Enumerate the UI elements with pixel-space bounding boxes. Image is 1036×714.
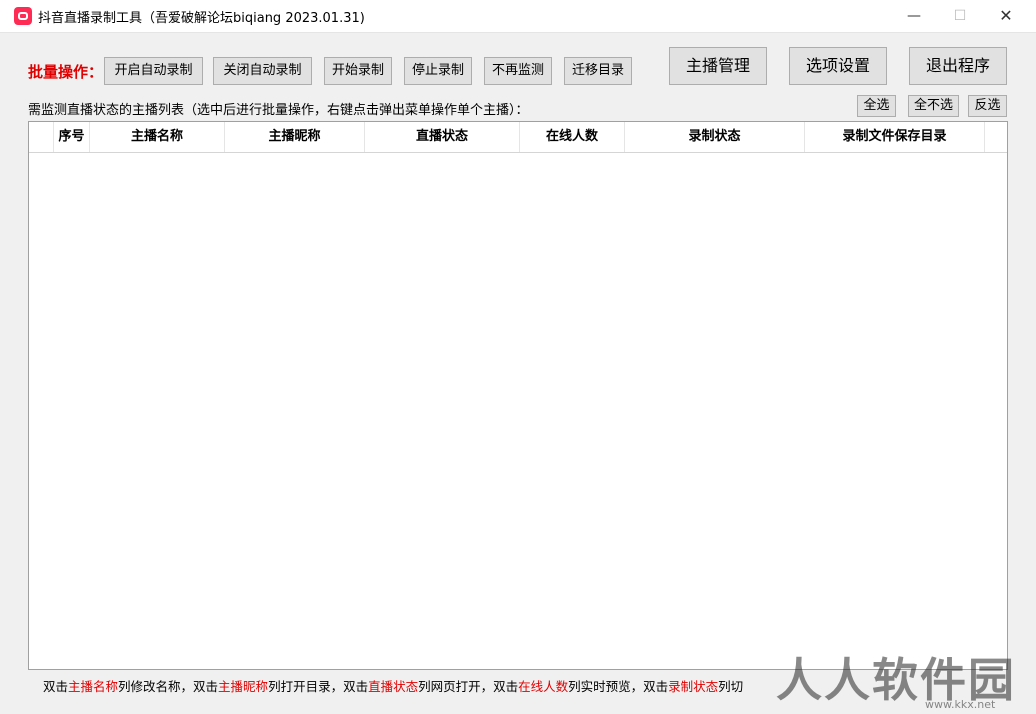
enable-auto-record-button[interactable]: 开启自动录制 (104, 57, 203, 85)
column-header-live-status[interactable]: 直播状态 (365, 122, 520, 152)
column-header-save-directory[interactable]: 录制文件保存目录 (805, 122, 985, 152)
window-title: 抖音直播录制工具（吾爱破解论坛biqiang 2023.01.31) (38, 11, 365, 26)
column-header-checkbox[interactable] (29, 122, 54, 152)
minimize-button[interactable]: — (891, 0, 937, 32)
disable-auto-record-button[interactable]: 关闭自动录制 (213, 57, 312, 85)
stop-monitor-button[interactable]: 不再监测 (484, 57, 552, 85)
hint-text: 列切 (718, 679, 744, 694)
stop-record-button[interactable]: 停止录制 (404, 57, 472, 85)
watermark-url: www.kkx.net (925, 698, 996, 711)
hint-text: 主播昵称 (218, 679, 269, 694)
maximize-button[interactable]: ☐ (937, 0, 983, 32)
options-settings-button[interactable]: 选项设置 (789, 47, 887, 85)
close-button[interactable]: ✕ (983, 0, 1029, 32)
column-header-index[interactable]: 序号 (54, 122, 90, 152)
select-none-button[interactable]: 全不选 (908, 95, 959, 117)
hint-text: 双击 (43, 679, 69, 694)
title-bar: 抖音直播录制工具（吾爱破解论坛biqiang 2023.01.31) — ☐ ✕ (0, 0, 1036, 33)
usage-hint: 双击主播名称列修改名称，双击主播昵称列打开目录，双击直播状态列网页打开，双击在线… (43, 676, 743, 695)
column-header-streamer-name[interactable]: 主播名称 (90, 122, 225, 152)
hint-text: 主播名称 (68, 679, 119, 694)
app-icon (14, 7, 32, 25)
streamer-list-label: 需监测直播状态的主播列表（选中后进行批量操作，右键点击弹出菜单操作单个主播）： (28, 103, 529, 118)
column-header-streamer-nickname[interactable]: 主播昵称 (225, 122, 365, 152)
column-header-online-count[interactable]: 在线人数 (520, 122, 625, 152)
select-all-button[interactable]: 全选 (857, 95, 896, 117)
hint-text: 在线人数 (518, 679, 569, 694)
hint-text: 列网页打开，双击 (418, 679, 519, 694)
table-header: 序号 主播名称 主播昵称 直播状态 在线人数 录制状态 录制文件保存目录 (29, 122, 1007, 153)
start-record-button[interactable]: 开始录制 (324, 57, 392, 85)
hint-text: 列打开目录，双击 (268, 679, 369, 694)
move-directory-button[interactable]: 迁移目录 (564, 57, 632, 85)
batch-operations-label: 批量操作： (28, 63, 104, 81)
invert-selection-button[interactable]: 反选 (968, 95, 1007, 117)
streamer-table[interactable]: 序号 主播名称 主播昵称 直播状态 在线人数 录制状态 录制文件保存目录 (28, 121, 1008, 670)
hint-text: 列实时预览，双击 (568, 679, 669, 694)
hint-text: 录制状态 (668, 679, 719, 694)
column-header-record-status[interactable]: 录制状态 (625, 122, 805, 152)
streamer-manage-button[interactable]: 主播管理 (669, 47, 767, 85)
hint-text: 列修改名称，双击 (118, 679, 219, 694)
exit-program-button[interactable]: 退出程序 (909, 47, 1007, 85)
hint-text: 直播状态 (368, 679, 419, 694)
